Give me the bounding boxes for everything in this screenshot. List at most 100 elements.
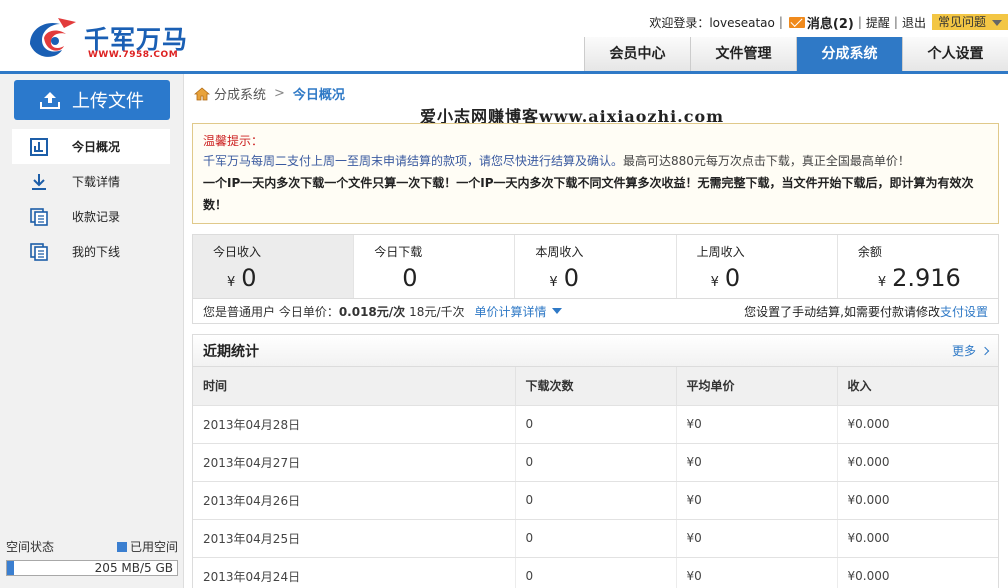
upload-icon — [40, 92, 60, 109]
welcome-text: 欢迎登录：loveseatao — [649, 15, 775, 30]
sidebar-item-download-details[interactable]: 下载详情 — [12, 164, 170, 199]
stat-value: ¥0 — [213, 264, 353, 292]
used-space-label: 已用空间 — [129, 540, 178, 554]
space-status-label: 空间状态 — [6, 540, 55, 554]
cell-downloads: 0 — [514, 519, 676, 558]
cell-income: ¥0.000 — [836, 519, 998, 558]
column-header-avg-price[interactable]: 平均单价 — [675, 367, 837, 406]
top-bar: 欢迎登录：loveseatao | 消息(2) | 提醒 | 退出 常见问题 — [649, 12, 1008, 32]
cell-income: ¥0.000 — [836, 557, 998, 588]
recent-stats-panel: 近期统计 更多 时间 下载次数 平均单价 收入 2013年04月28日 0 ¥0… — [192, 334, 999, 588]
notice-box: 温馨提示： 千军万马每周二支付上周一至周末申请结算的款项，请您尽快进行结算及确认… — [192, 123, 999, 224]
stat-last-week-income[interactable]: 上周收入 ¥0 — [675, 235, 837, 298]
notice-price-text: 最高可达880元每万次点击下载，真正全国最高单价！ — [623, 154, 910, 168]
recent-stats-table: 时间 下载次数 平均单价 收入 2013年04月28日 0 ¥0 ¥0.000 … — [193, 367, 998, 588]
faq-label: 常见问题 — [937, 15, 986, 29]
notice-line2: 一个IP一天内多次下载一个文件只算一次下载！一个IP一天内多次下载不同文件算多次… — [203, 176, 974, 212]
logout-link[interactable]: 退出 — [902, 14, 926, 31]
sidebar-item-today-overview[interactable]: 今日概况 — [12, 129, 170, 164]
messages-link[interactable]: 消息(2) — [807, 13, 854, 32]
stat-label: 本周收入 — [535, 245, 584, 259]
price-detail-label: 单价计算详情 — [474, 304, 547, 319]
stat-value: ¥2.916 — [858, 264, 998, 292]
downline-icon — [28, 241, 50, 263]
cell-date: 2013年04月24日 — [193, 557, 515, 588]
nav-personal-settings[interactable]: 个人设置 — [902, 37, 1008, 71]
stat-label: 今日下载 — [374, 245, 423, 259]
cell-income: ¥0.000 — [836, 443, 998, 482]
divider: | — [857, 15, 862, 29]
download-icon — [28, 171, 50, 193]
divider: | — [893, 15, 898, 29]
upload-file-button[interactable]: 上传文件 — [14, 80, 170, 120]
home-icon[interactable] — [194, 86, 210, 101]
space-status: 空间状态 已用空间 205 MB/5 GB — [0, 530, 184, 588]
more-link[interactable]: 更多 — [952, 342, 990, 359]
space-status-header: 空间状态 已用空间 — [6, 538, 178, 555]
stat-number: 2.916 — [892, 264, 961, 292]
cell-downloads: 0 — [514, 557, 676, 588]
nav-revenue-system[interactable]: 分成系统 — [796, 37, 902, 71]
logo[interactable]: 千军万马 WWW.7958.COM — [24, 14, 194, 64]
chevron-right-icon — [980, 346, 990, 355]
main-nav: 会员中心 文件管理 分成系统 个人设置 — [584, 37, 1008, 71]
nav-member-center[interactable]: 会员中心 — [584, 37, 690, 71]
cell-income: ¥0.000 — [836, 481, 998, 520]
upload-label: 上传文件 — [72, 91, 144, 112]
stat-value: 0 — [374, 264, 514, 292]
stat-value: ¥0 — [697, 264, 837, 292]
used-space-legend: 已用空间 — [116, 538, 178, 555]
table-row: 2013年04月26日 0 ¥0 ¥0.000 — [193, 481, 998, 520]
column-header-date[interactable]: 时间 — [193, 367, 515, 406]
chevron-right-icon: > — [274, 86, 285, 101]
stat-value: ¥0 — [535, 264, 675, 292]
stat-today-income[interactable]: 今日收入 ¥0 — [193, 235, 354, 298]
logo-url: WWW.7958.COM — [88, 50, 179, 60]
cell-downloads: 0 — [514, 405, 676, 444]
cell-date: 2013年04月26日 — [193, 481, 515, 520]
sidebar-item-label: 今日概况 — [72, 140, 121, 154]
notice-settlement-text: 千军万马每周二支付上周一至周末申请结算的款项，请您尽快进行结算及确认。 — [203, 154, 624, 168]
column-header-income[interactable]: 收入 — [836, 367, 998, 406]
nav-file-management[interactable]: 文件管理 — [690, 37, 796, 71]
table-row: 2013年04月25日 0 ¥0 ¥0.000 — [193, 519, 998, 558]
stat-balance[interactable]: 余额 ¥2.916 — [836, 235, 998, 298]
divider: | — [778, 15, 783, 29]
chevron-down-icon — [992, 20, 1002, 26]
cell-avg-price: ¥0 — [675, 519, 837, 558]
yen-symbol: ¥ — [877, 275, 887, 290]
price-detail-link[interactable]: 单价计算详情 — [475, 303, 562, 320]
sidebar-item-label: 下载详情 — [72, 175, 121, 189]
price-info-bar: 您是普通用户 今日单价： 0.018元/次 18元/千次 单价计算详情 您设置了… — [192, 299, 999, 324]
user-type-text: 您是普通用户 今日单价： — [203, 304, 339, 319]
remind-link[interactable]: 提醒 — [866, 14, 890, 31]
sidebar-item-payment-records[interactable]: 收款记录 — [12, 199, 170, 234]
stat-number: 0 — [402, 264, 418, 292]
yen-symbol: ¥ — [227, 275, 236, 290]
cell-date: 2013年04月28日 — [193, 405, 515, 444]
column-header-downloads[interactable]: 下载次数 — [514, 367, 676, 406]
table-header-row: 时间 下载次数 平均单价 收入 — [193, 367, 998, 406]
space-progress-fill — [7, 561, 14, 575]
stat-today-downloads[interactable]: 今日下载 0 — [353, 235, 514, 298]
dashboard-icon — [28, 136, 50, 158]
breadcrumb-root[interactable]: 分成系统 — [214, 84, 266, 103]
cell-date: 2013年04月25日 — [193, 519, 515, 558]
space-value: 205 MB/5 GB — [94, 561, 173, 575]
yen-symbol: ¥ — [710, 275, 719, 290]
stat-week-income[interactable]: 本周收入 ¥0 — [514, 235, 675, 298]
sidebar-item-label: 我的下线 — [72, 245, 121, 259]
stat-label: 今日收入 — [213, 245, 262, 259]
notice-line1: 千军万马每周二支付上周一至周末申请结算的款项，请您尽快进行结算及确认。最高可达8… — [203, 150, 988, 172]
payment-settings-link[interactable]: 支付设置 — [940, 305, 988, 319]
stats-panel: 今日收入 ¥0 今日下载 0 本周收入 ¥0 上周收入 ¥0 余额 ¥2.916 — [192, 234, 999, 299]
breadcrumb-current: 今日概况 — [292, 88, 345, 103]
mail-icon — [788, 16, 805, 28]
cell-income: ¥0.000 — [836, 405, 998, 444]
record-icon — [28, 206, 50, 228]
sidebar-menu: 今日概况 下载详情 收款记录 我的下线 — [12, 129, 170, 269]
faq-dropdown[interactable]: 常见问题 — [931, 14, 1008, 30]
sidebar-item-label: 收款记录 — [72, 210, 121, 224]
sidebar-item-my-downline[interactable]: 我的下线 — [12, 234, 170, 269]
table-row: 2013年04月28日 0 ¥0 ¥0.000 — [193, 405, 998, 444]
